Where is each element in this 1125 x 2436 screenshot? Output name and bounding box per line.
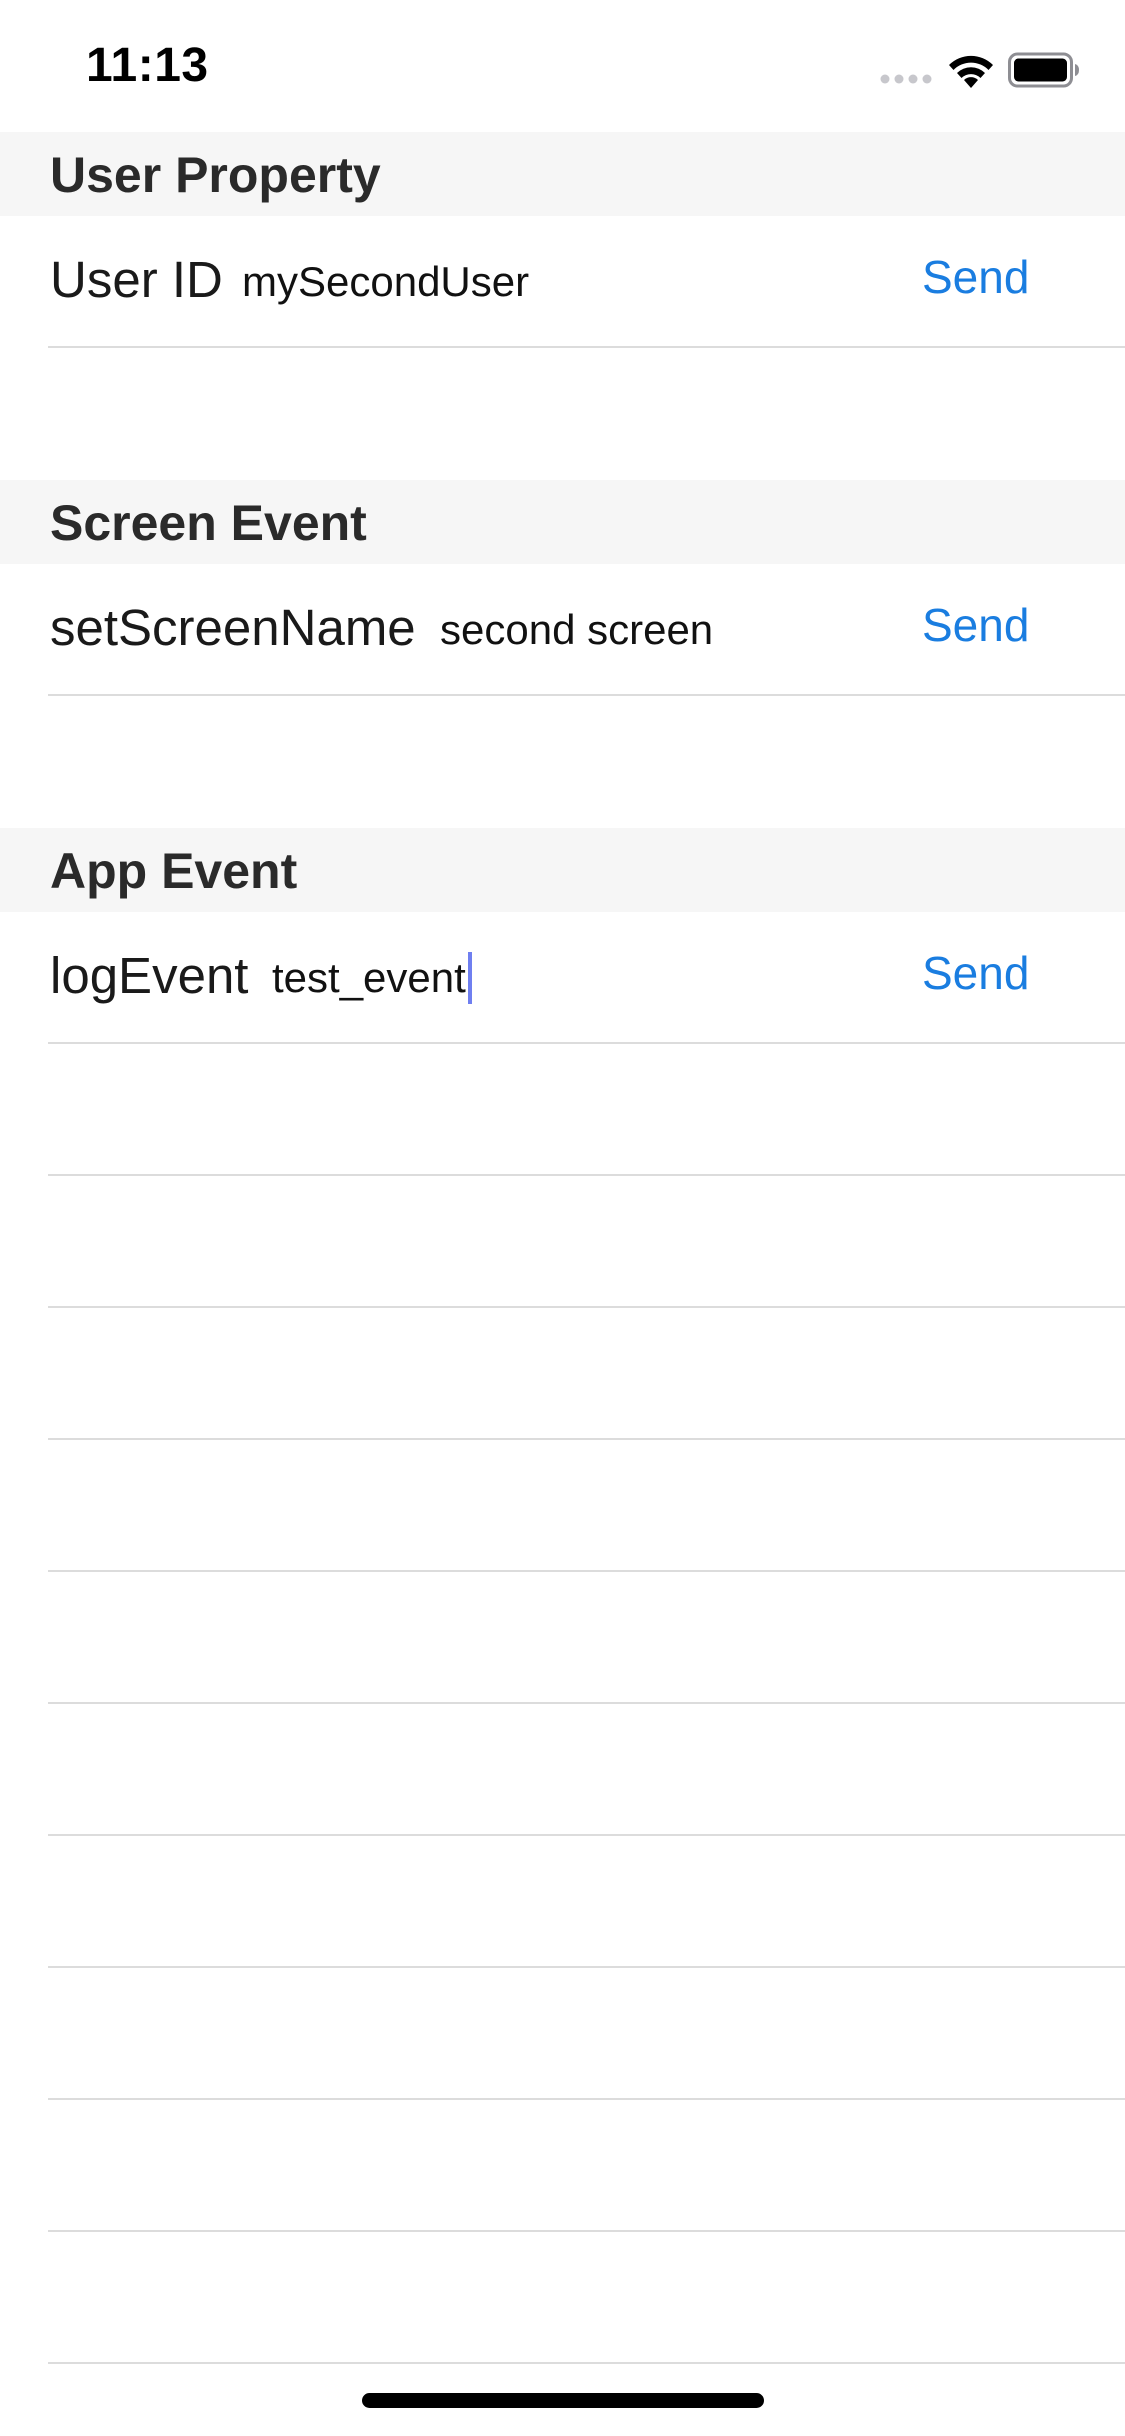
empty-row-separator	[48, 2230, 1125, 2232]
send-log-event-button[interactable]: Send	[922, 946, 1029, 1000]
section-title: App Event	[50, 843, 298, 899]
log-event-row: logEvent Send	[0, 912, 1125, 1044]
send-user-id-button[interactable]: Send	[922, 250, 1029, 304]
wifi-icon	[949, 55, 993, 88]
battery-icon	[1008, 52, 1079, 88]
empty-row-separator	[48, 1306, 1125, 1308]
empty-row-separator	[48, 1570, 1125, 1572]
empty-row-separator	[48, 2098, 1125, 2100]
empty-row-separator	[48, 1966, 1125, 1968]
log-event-label: logEvent	[50, 947, 249, 1004]
log-event-input[interactable]	[272, 948, 872, 1008]
section-header-app-event: App Event	[0, 828, 1125, 912]
send-screen-name-button[interactable]: Send	[922, 598, 1029, 652]
empty-row-separator	[48, 1174, 1125, 1176]
user-id-input[interactable]	[242, 252, 862, 312]
user-id-label: User ID	[50, 251, 223, 308]
empty-row-separator	[48, 1702, 1125, 1704]
set-screen-name-row: setScreenName Send	[0, 564, 1125, 696]
section-title: User Property	[50, 147, 381, 203]
section-title: Screen Event	[50, 495, 367, 551]
app-screen: 11:13 User Property User ID Send Screen …	[0, 0, 1125, 2436]
row-separator	[48, 1042, 1125, 1044]
empty-row-separator	[48, 1834, 1125, 1836]
home-indicator[interactable]	[362, 2393, 764, 2408]
text-cursor	[468, 952, 472, 1004]
section-header-screen-event: Screen Event	[0, 480, 1125, 564]
row-separator	[48, 346, 1125, 348]
status-time: 11:13	[86, 39, 209, 92]
cellular-signal-icon	[880, 74, 932, 84]
status-bar: 11:13	[0, 0, 1125, 132]
screen-name-input[interactable]	[440, 600, 880, 660]
set-screen-name-label: setScreenName	[50, 599, 416, 656]
row-separator	[48, 694, 1125, 696]
empty-row-separator	[48, 1438, 1125, 1440]
empty-row-separator	[48, 2362, 1125, 2364]
section-header-user-property: User Property	[0, 132, 1125, 216]
user-id-row: User ID Send	[0, 216, 1125, 348]
